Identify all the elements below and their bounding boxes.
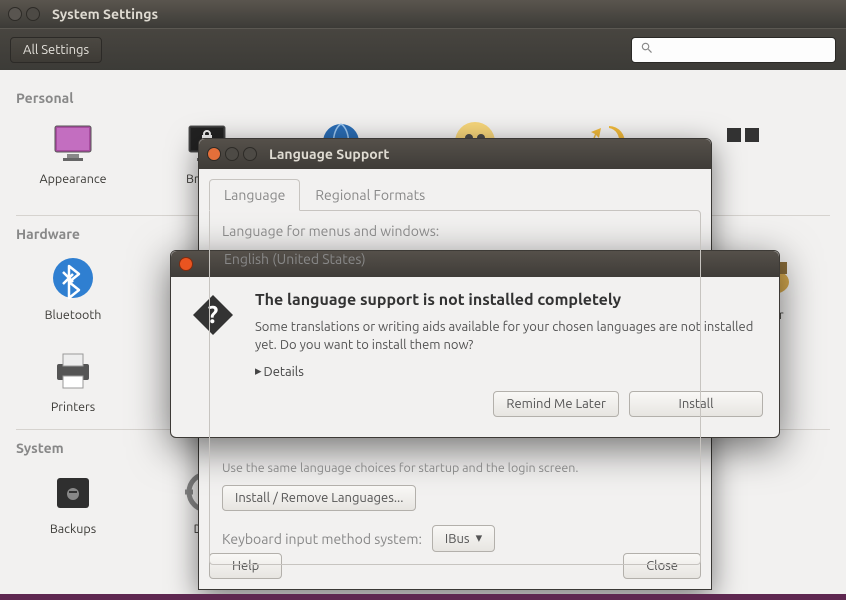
keyboard-input-value: IBus <box>445 532 470 546</box>
lang-dialog-close-button[interactable] <box>207 147 221 161</box>
item-printers-label: Printers <box>51 400 95 414</box>
lang-dialog-body: Language Regional Formats Language for m… <box>199 169 711 575</box>
tab-regional-formats[interactable]: Regional Formats <box>300 179 440 211</box>
settings-toolbar: All Settings <box>0 28 846 70</box>
language-support-dialog: Language Support Language Regional Forma… <box>198 138 712 590</box>
item-bluetooth[interactable]: Bluetooth <box>30 254 116 322</box>
desktop-strip <box>0 594 846 600</box>
printers-icon <box>49 346 97 394</box>
settings-titlebar: System Settings <box>0 0 846 28</box>
search-box[interactable] <box>631 37 836 63</box>
lang-dialog-titlebar: Language Support <box>199 139 711 169</box>
startup-hint: Use the same language choices for startu… <box>222 461 688 475</box>
menus-windows-label: Language for menus and windows: <box>222 223 688 239</box>
lang-tab-pane: Language for menus and windows: English … <box>209 210 701 565</box>
item-backups-label: Backups <box>50 522 96 536</box>
item-bluetooth-label: Bluetooth <box>45 308 102 322</box>
tab-language[interactable]: Language <box>209 179 300 211</box>
lang-tabs: Language Regional Formats <box>209 179 701 211</box>
chevron-down-icon: ▾ <box>476 531 483 546</box>
lang-dialog-title: Language Support <box>269 146 389 162</box>
search-input[interactable] <box>660 43 827 56</box>
search-icon <box>640 41 654 59</box>
window-minimize-button[interactable] <box>26 7 40 21</box>
settings-title: System Settings <box>52 6 158 22</box>
lang-dialog-minimize-button[interactable] <box>225 147 239 161</box>
all-settings-button[interactable]: All Settings <box>10 37 102 63</box>
item-printers[interactable]: Printers <box>30 346 116 414</box>
bluetooth-icon <box>49 254 97 302</box>
item-appearance-label: Appearance <box>39 172 106 186</box>
lang-dialog-maximize-button[interactable] <box>243 147 257 161</box>
window-close-button[interactable] <box>8 7 22 21</box>
item-backups[interactable]: Backups <box>30 468 116 536</box>
alert-close-button[interactable] <box>179 257 193 271</box>
appearance-icon <box>49 118 97 166</box>
keyboard-input-select[interactable]: IBus ▾ <box>432 525 495 552</box>
item-appearance[interactable]: Appearance <box>30 118 116 201</box>
install-remove-languages-button[interactable]: Install / Remove Languages... <box>222 485 416 511</box>
keyboard-input-row: Keyboard input method system: IBus ▾ <box>222 525 688 552</box>
item-tiles[interactable] <box>700 118 786 201</box>
backups-icon <box>49 468 97 516</box>
keyboard-input-label: Keyboard input method system: <box>222 531 422 547</box>
tiles-icon <box>719 118 767 166</box>
language-list-first[interactable]: English (United States) <box>222 247 688 271</box>
window-controls <box>8 7 40 21</box>
section-personal-label: Personal <box>16 90 834 106</box>
